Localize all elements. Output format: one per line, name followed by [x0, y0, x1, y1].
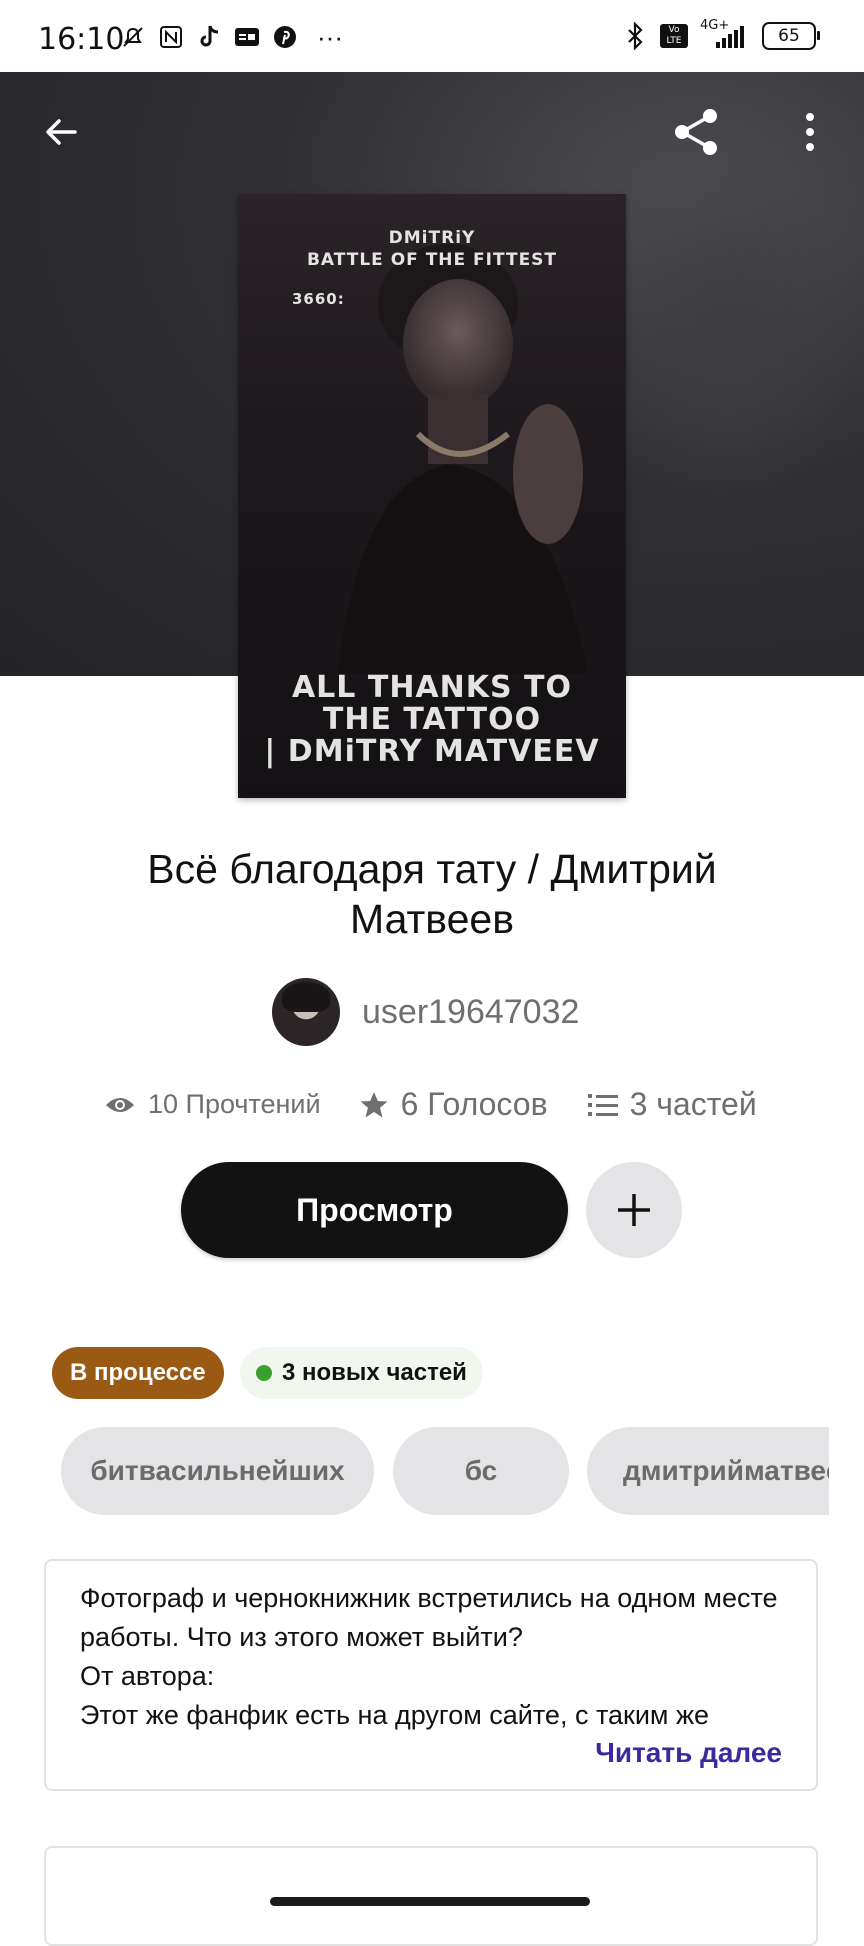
tags-row: битвасильнейших бс дмитрийматвеев — [61, 1427, 829, 1515]
more-options-button[interactable] — [780, 102, 840, 162]
new-parts-badge: 3 новых частей — [240, 1347, 483, 1399]
new-parts-label: 3 новых частей — [282, 1359, 467, 1386]
read-more-link[interactable]: Читать далее — [595, 1737, 782, 1769]
description-text: Фотограф и чернокнижник встретились на о… — [80, 1583, 778, 1730]
share-button[interactable] — [666, 102, 726, 162]
reads-count: 10 Прочтений — [148, 1089, 321, 1119]
volte-icon: Vo LTE — [660, 24, 688, 48]
signal-icon: 4G+ — [700, 18, 750, 50]
plus-icon — [618, 1194, 650, 1226]
status-system-icons: Vo LTE 4G+ 65 — [622, 18, 820, 50]
status-time: 16:10 — [38, 22, 125, 57]
more-vertical-icon — [806, 113, 814, 151]
next-section-card — [44, 1846, 818, 1946]
cover-caption-line2: THE TATTOO — [322, 702, 542, 737]
cover-text-line2: BATTLE OF THE FITTEST — [306, 250, 558, 270]
gesture-nav-bar[interactable] — [270, 1897, 590, 1906]
read-button[interactable]: Просмотр — [181, 1162, 568, 1258]
pinterest-icon — [272, 24, 298, 50]
arrow-left-icon — [46, 119, 77, 145]
tiktok-icon — [196, 24, 222, 50]
cover-text-line1: DMiTRiY — [388, 228, 476, 248]
bell-off-icon — [120, 24, 146, 50]
author-name: user19647032 — [362, 992, 580, 1031]
reads-stat: 10 Прочтений — [104, 1089, 321, 1120]
star-icon — [360, 1091, 388, 1117]
share-icon — [675, 109, 717, 155]
parts-stat: 3 частей — [587, 1086, 757, 1123]
green-dot-icon — [256, 1365, 272, 1381]
description-card: Фотограф и чернокнижник встретились на о… — [44, 1559, 818, 1791]
votes-count: 6 Голосов — [400, 1086, 548, 1122]
story-cover: DMiTRiY BATTLE OF THE FITTEST 3660: ALL … — [238, 194, 626, 798]
parts-count: 3 частей — [629, 1086, 757, 1122]
tag-chip[interactable]: бс — [393, 1427, 569, 1515]
tag-chip[interactable]: дмитрийматвеев — [587, 1427, 829, 1515]
cover-caption-line3: | DMiTRY MATVEEV — [264, 734, 600, 769]
story-stats: 10 Прочтений 6 Голосов 3 частей — [104, 1086, 784, 1123]
story-title: Всё благодаря тату / Дмитрий Матвеев — [147, 846, 717, 942]
bluetooth-icon — [622, 22, 648, 50]
more-horizontal-icon: ··· — [317, 21, 343, 52]
cover-caption-line1: ALL THANKS TO — [291, 670, 573, 705]
avatar — [272, 978, 340, 1046]
cover-text-line3: 3660: — [292, 290, 345, 308]
status-bar: 16:10 ··· Vo LTE 4G+ 65 — [0, 0, 864, 72]
status-notification-icons: ··· — [120, 21, 350, 52]
back-button[interactable] — [31, 102, 91, 162]
author-link[interactable]: user19647032 — [272, 978, 579, 1046]
tag-chip[interactable]: битвасильнейших — [61, 1427, 374, 1515]
nfc-icon — [158, 24, 184, 50]
list-icon — [587, 1093, 618, 1116]
status-badge: В процессе — [52, 1347, 224, 1399]
card-icon — [234, 24, 260, 50]
battery-indicator: 65 — [762, 22, 820, 50]
eye-icon — [106, 1097, 134, 1112]
add-to-library-button[interactable] — [586, 1162, 682, 1258]
votes-stat: 6 Голосов — [359, 1086, 548, 1123]
